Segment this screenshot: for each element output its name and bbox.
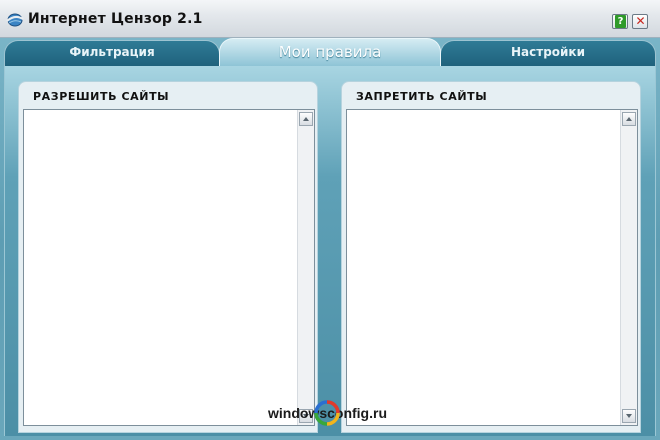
close-button[interactable]: ✕ xyxy=(632,14,648,29)
tab-settings[interactable]: Настройки xyxy=(440,40,656,66)
deny-list-scrollbar[interactable] xyxy=(620,110,637,425)
app-globe-icon xyxy=(6,13,24,27)
allow-sites-title: РАЗРЕШИТЬ САЙТЫ xyxy=(33,90,170,103)
windows-logo-icon xyxy=(314,400,340,426)
tab-bar: Фильтрация Настройки Мои правила xyxy=(0,38,660,66)
deny-sites-title: ЗАПРЕТИТЬ САЙТЫ xyxy=(356,90,488,103)
allow-list-scrollbar[interactable] xyxy=(297,110,314,425)
scroll-up-button[interactable] xyxy=(622,112,636,126)
scroll-up-button[interactable] xyxy=(299,112,313,126)
close-icon: ✕ xyxy=(635,14,646,28)
deny-sites-list[interactable] xyxy=(346,109,638,426)
tab-filtering[interactable]: Фильтрация xyxy=(4,40,220,66)
deny-sites-panel: ЗАПРЕТИТЬ САЙТЫ xyxy=(341,81,641,433)
window-title: Интернет Цензор 2.1 xyxy=(28,11,203,27)
scroll-down-button[interactable] xyxy=(622,409,636,423)
allow-sites-list[interactable] xyxy=(23,109,315,426)
app-window: Интернет Цензор 2.1 ? ✕ Фильтрация Настр… xyxy=(0,0,660,440)
tab-my-rules[interactable]: Мои правила xyxy=(219,38,441,66)
arrow-up-icon xyxy=(626,117,632,121)
help-icon: ? xyxy=(615,15,626,28)
arrow-down-icon xyxy=(626,414,632,418)
arrow-up-icon xyxy=(303,117,309,121)
allow-sites-panel: РАЗРЕШИТЬ САЙТЫ xyxy=(18,81,318,433)
help-button[interactable]: ? xyxy=(612,14,628,29)
title-bar[interactable]: Интернет Цензор 2.1 ? ✕ xyxy=(0,0,660,38)
